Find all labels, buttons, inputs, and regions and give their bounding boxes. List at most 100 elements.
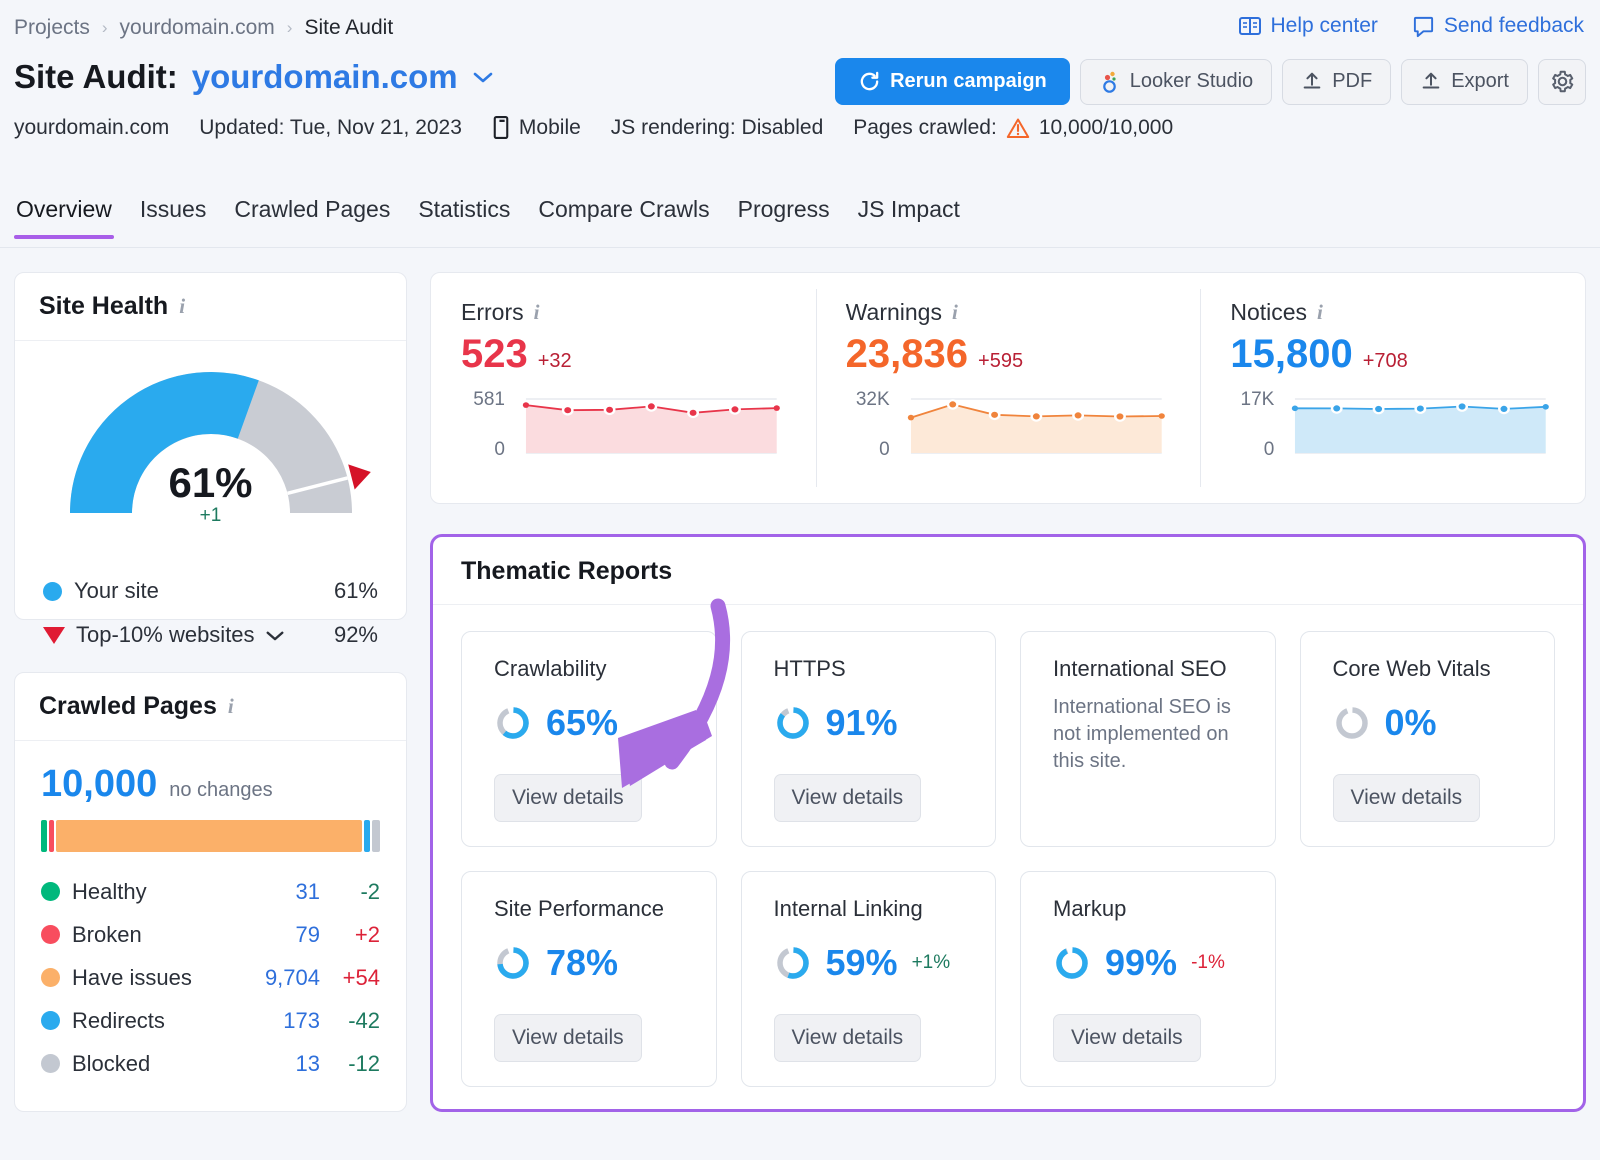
- crawled-pages-row-count: 173: [283, 1007, 320, 1033]
- tab-progress[interactable]: Progress: [724, 190, 844, 239]
- errors-stat: Errors i 523 +32 581 0: [431, 273, 816, 503]
- send-feedback-link[interactable]: Send feedback: [1412, 14, 1584, 38]
- export-label: Export: [1451, 70, 1509, 92]
- crawled-pages-body: 10,000 no changes Healthy 31 -2 Broken 79 +2 H…: [15, 741, 406, 1085]
- crawled-pages-row[interactable]: Healthy 31 -2: [41, 870, 380, 913]
- breadcrumb-item-site-audit[interactable]: Site Audit: [304, 16, 393, 40]
- crawled-pages-distribution-bar: [41, 820, 380, 852]
- warnings-stat: Warnings i 23,836 +595 32K 0: [815, 273, 1201, 503]
- site-health-card: Site Health i 61% +1 Your site 61% Top-1…: [14, 272, 407, 647]
- data-point[interactable]: [603, 404, 616, 416]
- info-icon[interactable]: i: [228, 694, 234, 719]
- data-point[interactable]: [1414, 403, 1427, 414]
- warnings-value: 23,836: [845, 332, 969, 376]
- thematic-card-internal-linking[interactable]: Internal Linking 59% +1% View details: [740, 871, 996, 1087]
- warnings-delta: +595: [978, 350, 1024, 372]
- thematic-card-core-web-vitals[interactable]: Core Web Vitals 0% View details: [1299, 631, 1555, 847]
- crawled-pages-row-delta: -42: [348, 1007, 380, 1033]
- chevron-down-icon[interactable]: [472, 70, 494, 84]
- tab-overview[interactable]: Overview: [14, 190, 126, 239]
- data-point[interactable]: [1071, 410, 1084, 421]
- chevron-down-icon[interactable]: [265, 629, 285, 642]
- warnings-spark-chart: [907, 398, 1165, 454]
- info-icon[interactable]: i: [534, 300, 540, 325]
- thematic-card-title: Crawlability: [494, 656, 607, 681]
- data-point[interactable]: [988, 409, 1001, 421]
- data-point[interactable]: [645, 401, 658, 412]
- data-point[interactable]: [1372, 403, 1385, 415]
- crawled-pages-row[interactable]: Redirects 173 -42: [41, 999, 380, 1042]
- looker-studio-button[interactable]: Looker Studio: [1079, 58, 1273, 105]
- help-center-link[interactable]: Help center: [1238, 14, 1378, 38]
- crawled-pages-row[interactable]: Have issues 9,704 +54: [41, 956, 380, 999]
- data-point[interactable]: [946, 399, 959, 410]
- view-details-button[interactable]: View details: [494, 774, 642, 822]
- distribution-segment-blocked: [372, 820, 380, 852]
- thematic-card-site-performance[interactable]: Site Performance 78% View details: [461, 871, 717, 1087]
- notices-axis-max: 17K: [1240, 389, 1275, 410]
- page-title-domain[interactable]: yourdomain.com: [192, 58, 458, 96]
- view-details-button[interactable]: View details: [773, 774, 922, 822]
- thematic-card-score-row: 65%: [494, 702, 692, 744]
- tab-js-impact[interactable]: JS Impact: [844, 190, 974, 239]
- tab-issues[interactable]: Issues: [126, 190, 220, 239]
- view-details-button[interactable]: View details: [1332, 774, 1481, 822]
- breadcrumb-item-projects[interactable]: Projects: [14, 16, 90, 40]
- data-point[interactable]: [561, 404, 574, 416]
- info-icon[interactable]: i: [179, 294, 185, 319]
- data-point[interactable]: [1331, 403, 1343, 414]
- top-links: Help center Send feedback: [1238, 14, 1584, 38]
- crawled-pages-row-count: 13: [295, 1050, 320, 1076]
- view-details-button[interactable]: View details: [1053, 1014, 1201, 1062]
- upload-icon: [1303, 72, 1321, 89]
- data-point[interactable]: [1158, 413, 1165, 419]
- status-dot: [41, 968, 60, 987]
- thematic-card-markup[interactable]: Markup 99% -1% View details: [1020, 871, 1276, 1087]
- crawled-pages-row-label: Healthy: [72, 878, 147, 904]
- data-point[interactable]: [522, 402, 530, 408]
- settings-button[interactable]: [1538, 58, 1586, 105]
- tab-statistics[interactable]: Statistics: [404, 190, 524, 239]
- data-point[interactable]: [1498, 403, 1511, 415]
- data-point[interactable]: [729, 404, 741, 415]
- data-point[interactable]: [687, 407, 700, 419]
- data-point[interactable]: [1292, 405, 1299, 412]
- data-point[interactable]: [1456, 401, 1469, 412]
- tab-compare-crawls[interactable]: Compare Crawls: [524, 190, 723, 239]
- meta-domain: yourdomain.com: [14, 115, 170, 139]
- info-icon[interactable]: i: [952, 300, 958, 325]
- site-health-gauge: 61% +1: [15, 363, 406, 563]
- send-feedback-label: Send feedback: [1443, 14, 1584, 37]
- view-details-button[interactable]: View details: [494, 1014, 642, 1062]
- data-point[interactable]: [907, 414, 914, 421]
- rerun-campaign-button[interactable]: Rerun campaign: [835, 58, 1070, 105]
- data-point[interactable]: [1113, 411, 1126, 422]
- errors-value-row: 523 +32: [461, 332, 786, 377]
- errors-spark-chart: [522, 398, 780, 454]
- thematic-card-international-seo[interactable]: International SEO International SEO is no…: [1020, 631, 1276, 847]
- export-button[interactable]: Export: [1401, 58, 1528, 105]
- pdf-button[interactable]: PDF: [1282, 58, 1392, 105]
- thematic-card-percent: 99%: [1105, 942, 1178, 983]
- chevron-right-icon: ›: [286, 18, 293, 37]
- thematic-card-crawlability[interactable]: Crawlability 65% View details: [461, 631, 717, 847]
- site-health-header: Site Health i: [15, 273, 406, 341]
- errors-label: Errors: [461, 299, 524, 325]
- breadcrumb-item-domain[interactable]: yourdomain.com: [120, 16, 275, 40]
- data-point[interactable]: [1542, 404, 1550, 410]
- info-icon[interactable]: i: [1317, 300, 1323, 325]
- data-point[interactable]: [773, 405, 780, 411]
- legend-row-top-10-websites[interactable]: Top-10% websites 92%: [43, 613, 378, 657]
- crawled-pages-row[interactable]: Broken 79 +2: [41, 913, 380, 956]
- crawled-pages-row[interactable]: Blocked 13 -12: [41, 1042, 380, 1085]
- refresh-icon: [860, 71, 879, 91]
- thematic-reports-panel: Thematic Reports Crawlability 65% View det…: [430, 534, 1586, 1112]
- tab-crawled-pages[interactable]: Crawled Pages: [220, 190, 404, 239]
- donut-progress-icon: [1056, 947, 1088, 979]
- view-details-button[interactable]: View details: [773, 1014, 922, 1062]
- triangle-down-icon: [43, 626, 65, 644]
- site-health-title: Site Health: [39, 292, 169, 320]
- data-point[interactable]: [1030, 411, 1042, 422]
- legend-row-your-site: Your site 61%: [43, 569, 378, 613]
- thematic-card-https[interactable]: HTTPS 91% View details: [740, 631, 996, 847]
